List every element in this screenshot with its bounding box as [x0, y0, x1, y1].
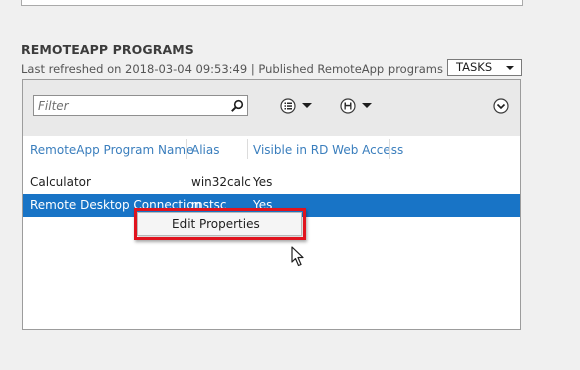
cell-visible: Yes — [253, 198, 273, 212]
column-header-visible[interactable]: Visible in RD Web Access — [253, 143, 403, 157]
section-subtitle: Last refreshed on 2018-03-04 09:53:49 | … — [21, 62, 445, 76]
expand-collapse-icon[interactable] — [493, 98, 509, 114]
remoteapp-programs-panel: RemoteApp Program Name Alias Visible in … — [22, 79, 521, 330]
column-separator[interactable] — [186, 139, 187, 159]
cell-program-name: Calculator — [30, 175, 91, 189]
tasks-label: TASKS — [456, 60, 493, 74]
mouse-pointer-icon — [291, 246, 304, 267]
column-header-program-name[interactable]: RemoteApp Program Name — [30, 143, 193, 157]
context-menu: Edit Properties — [137, 212, 302, 236]
menu-item-edit-properties[interactable]: Edit Properties — [172, 217, 260, 231]
columns-header: RemoteApp Program Name Alias Visible in … — [23, 137, 520, 163]
filter-input[interactable] — [36, 97, 230, 114]
top-panel-edge — [21, 0, 523, 6]
filter-box[interactable] — [33, 95, 248, 116]
table-row[interactable]: Calculator win32calc Yes — [23, 171, 520, 194]
cell-alias: mstsc — [191, 198, 227, 212]
column-separator[interactable] — [389, 139, 390, 159]
section-title: REMOTEAPP PROGRAMS — [21, 42, 194, 57]
caret-down-icon — [506, 66, 514, 70]
search-icon[interactable] — [230, 99, 244, 113]
column-separator[interactable] — [247, 139, 248, 159]
tasks-button[interactable]: TASKS — [447, 59, 522, 76]
cell-visible: Yes — [253, 175, 273, 189]
list-options-icon[interactable] — [280, 98, 316, 114]
toolbar — [23, 80, 520, 136]
save-icon[interactable] — [340, 98, 376, 114]
column-header-alias[interactable]: Alias — [191, 143, 219, 157]
cell-program-name: Remote Desktop Connection — [30, 198, 202, 212]
cell-alias: win32calc — [191, 175, 251, 189]
